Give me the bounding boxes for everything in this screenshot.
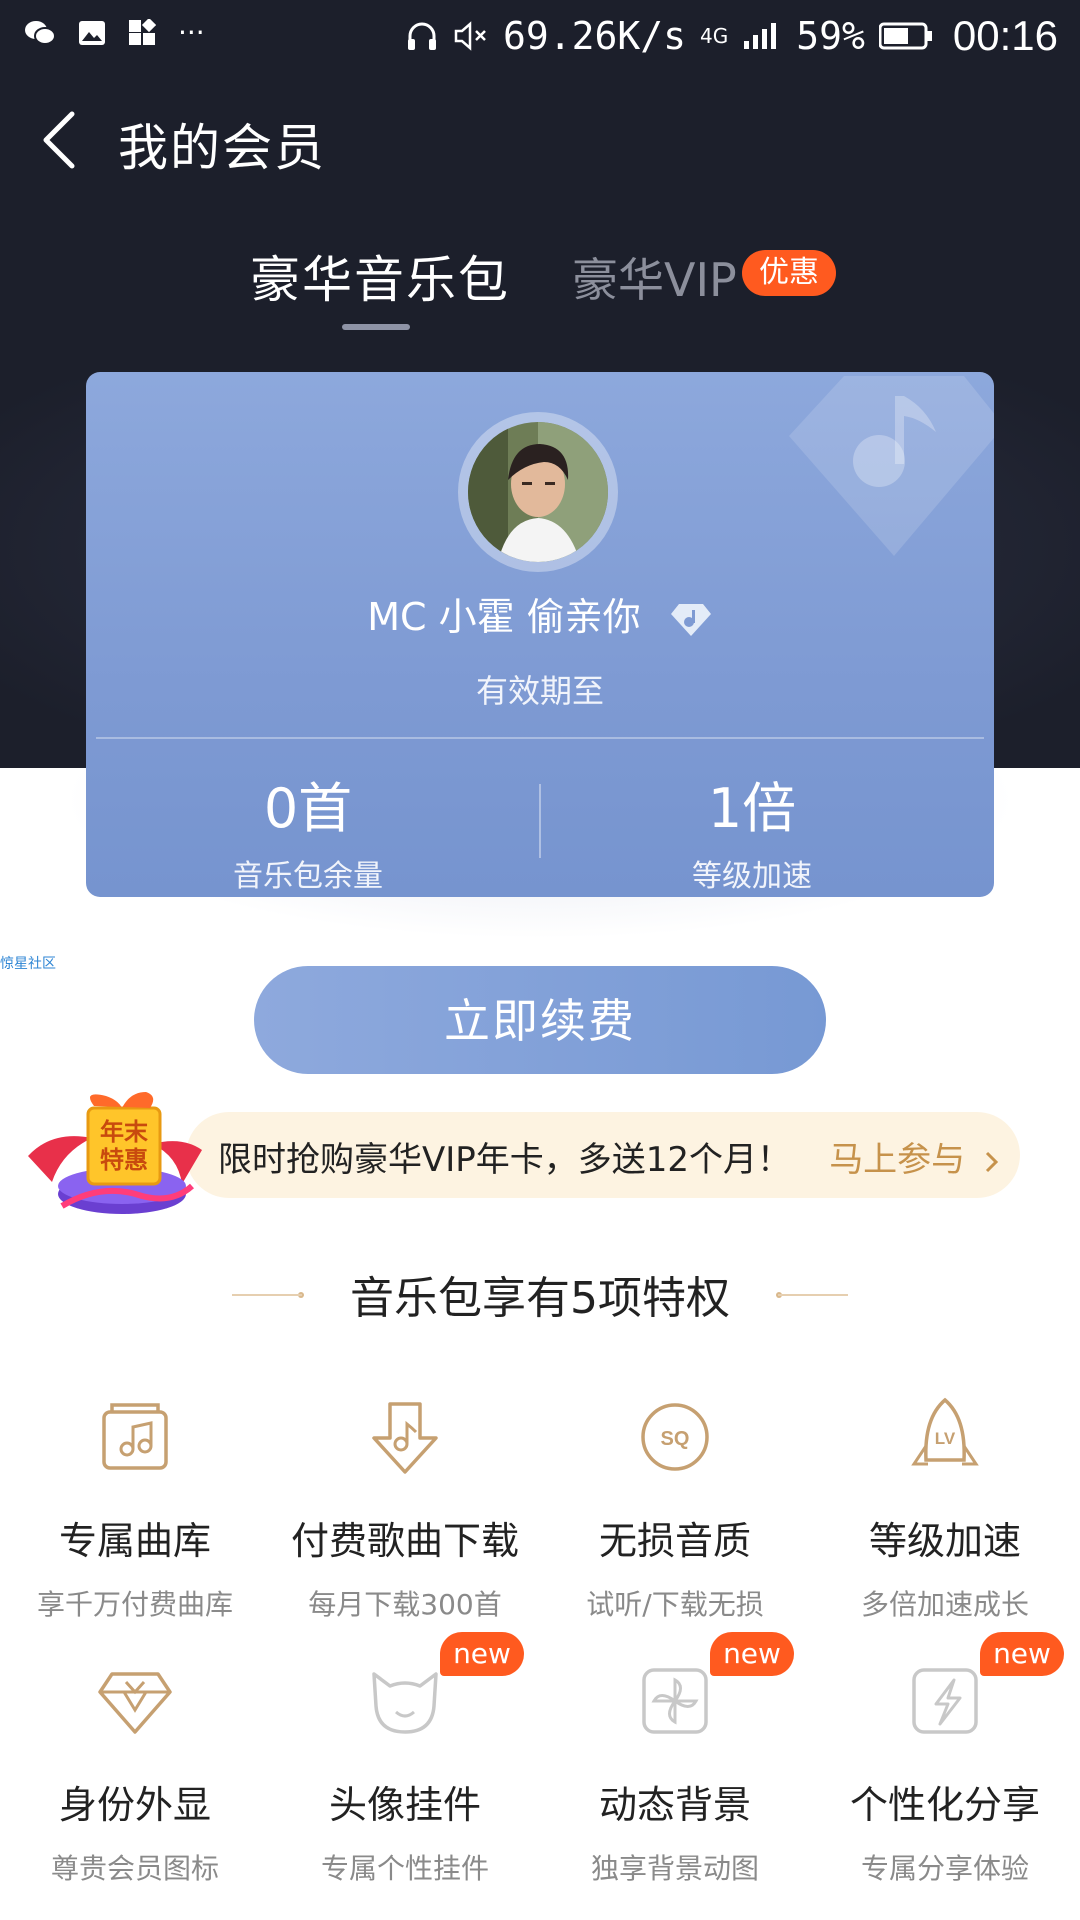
network-type: 4G — [700, 24, 729, 48]
privilege-name: 无损音质 — [598, 1519, 751, 1563]
battery-icon — [878, 22, 932, 50]
cat-icon — [372, 1672, 438, 1734]
expiry-label: 有效期至 — [475, 672, 604, 710]
privilege-name: 个性化分享 — [849, 1783, 1040, 1827]
stat-remaining: 0首 音乐包余量 — [86, 764, 530, 895]
privilege-name: 动态背景 — [598, 1783, 751, 1827]
discount-badge: 优惠 — [742, 250, 836, 296]
svg-text:LV: LV — [935, 1429, 956, 1448]
privilege-item[interactable]: new 动态背景 独享背景动图 — [540, 1632, 810, 1887]
back-arrow-icon — [43, 111, 75, 169]
svg-text:特惠: 特惠 — [100, 1147, 148, 1174]
new-badge: new — [440, 1632, 524, 1676]
privilege-item[interactable]: new 个性化分享 专属分享体验 — [810, 1632, 1080, 1887]
username-text: MC 小霍 偷亲你 — [367, 595, 641, 639]
network-speed: 69.26K/s — [502, 14, 687, 58]
privilege-item[interactable]: 付费歌曲下载 每月下载300首 — [270, 1392, 540, 1623]
privilege-item[interactable]: new 头像挂件 专属个性挂件 — [270, 1632, 540, 1887]
diamond-icon — [98, 1672, 172, 1734]
promo-banner[interactable]: 限时抢购豪华VIP年卡，多送12个月！ 马上参与 — [186, 1112, 1020, 1198]
heading-line-right — [778, 1294, 848, 1296]
privilege-desc: 独享背景动图 — [590, 1852, 759, 1885]
svg-text:年末: 年末 — [100, 1118, 149, 1146]
privilege-item[interactable]: LV 等级加速 多倍加速成长 — [810, 1392, 1080, 1623]
member-card: MC 小霍 偷亲你 有效期至 0首 音乐包余量 1倍 等级加速 — [86, 372, 994, 897]
member-diamond-icon — [670, 603, 711, 636]
section-heading: 音乐包享有5项特权 — [0, 1262, 1080, 1332]
new-badge: new — [710, 1632, 794, 1676]
renew-button[interactable]: 立即续费 — [254, 966, 826, 1074]
privilege-item[interactable]: 专属曲库 享千万付费曲库 — [0, 1392, 270, 1623]
username: MC 小霍 偷亲你 — [86, 586, 994, 641]
page-title: 我的会员 — [118, 119, 326, 177]
stat-remaining-value: 0首 — [263, 777, 353, 840]
section-title: 音乐包享有5项特权 — [350, 1273, 730, 1324]
sq-icon: SQ — [641, 1403, 709, 1471]
avatar-image — [468, 422, 608, 562]
stat-remaining-label: 音乐包余量 — [233, 859, 383, 894]
avatar[interactable] — [458, 412, 618, 572]
signal-icon — [744, 23, 777, 49]
battery-percent: 59% — [796, 14, 865, 58]
watermark: 惊星社区 — [0, 956, 56, 972]
privilege-item[interactable]: 身份外显 尊贵会员图标 — [0, 1656, 270, 1887]
svg-text:SQ: SQ — [661, 1428, 690, 1450]
wechat-icon — [25, 20, 56, 45]
privilege-name: 付费歌曲下载 — [290, 1519, 519, 1563]
tab-vip[interactable]: 豪华VIP — [572, 244, 737, 310]
status-bar: ··· 69.26K/s 4G 59% 00:16 — [0, 0, 1080, 70]
music-diamond-icon — [789, 376, 994, 556]
privilege-name: 专属曲库 — [58, 1519, 211, 1563]
music-library-icon — [102, 1403, 168, 1470]
stat-speedup-label: 等级加速 — [692, 859, 812, 894]
chevron-right-icon — [985, 1151, 999, 1172]
promo-text: 限时抢购豪华VIP年卡，多送12个月！ — [218, 1140, 792, 1180]
gallery-icon — [79, 20, 105, 45]
download-icon — [372, 1402, 438, 1474]
privilege-item[interactable]: SQ 无损音质 试听/下载无损 — [540, 1392, 810, 1623]
privilege-desc: 专属个性挂件 — [320, 1852, 489, 1885]
promo-cta[interactable]: 马上参与 — [829, 1132, 1002, 1181]
pinwheel-icon — [642, 1668, 708, 1734]
avatar-photo — [468, 422, 608, 562]
headphone-icon — [407, 22, 436, 50]
privilege-desc: 试听/下载无损 — [586, 1588, 764, 1621]
promo-cta-text: 马上参与 — [829, 1140, 966, 1180]
year-end-gift-icon: 年末 特惠 — [22, 1086, 212, 1222]
nav-bar: 我的会员 — [0, 100, 1080, 200]
more-icon: ··· — [178, 16, 205, 49]
privilege-name: 等级加速 — [868, 1519, 1021, 1563]
card-divider — [96, 737, 984, 739]
lightning-icon — [912, 1668, 978, 1734]
privilege-desc: 尊贵会员图标 — [50, 1852, 219, 1885]
tab-active-indicator — [342, 324, 410, 330]
tab-music-package[interactable]: 豪华音乐包 — [250, 240, 510, 312]
privilege-desc: 专属分享体验 — [860, 1852, 1029, 1885]
stat-speedup: 1倍 等级加速 — [530, 764, 974, 895]
rocket-lv-icon: LV — [911, 1397, 979, 1466]
new-badge: new — [980, 1632, 1064, 1676]
privilege-desc: 多倍加速成长 — [860, 1588, 1029, 1621]
privilege-desc: 享千万付费曲库 — [36, 1588, 233, 1621]
mute-icon — [454, 21, 486, 51]
clock: 00:16 — [952, 12, 1058, 59]
tab-bar: 豪华音乐包 豪华VIP 优惠 — [0, 232, 1080, 342]
stat-speedup-value: 1倍 — [707, 777, 797, 840]
privilege-name: 身份外显 — [58, 1783, 211, 1827]
privilege-desc: 每月下载300首 — [308, 1588, 502, 1621]
app-icon — [129, 18, 156, 45]
privilege-name: 头像挂件 — [328, 1783, 481, 1827]
back-button[interactable] — [30, 100, 110, 190]
